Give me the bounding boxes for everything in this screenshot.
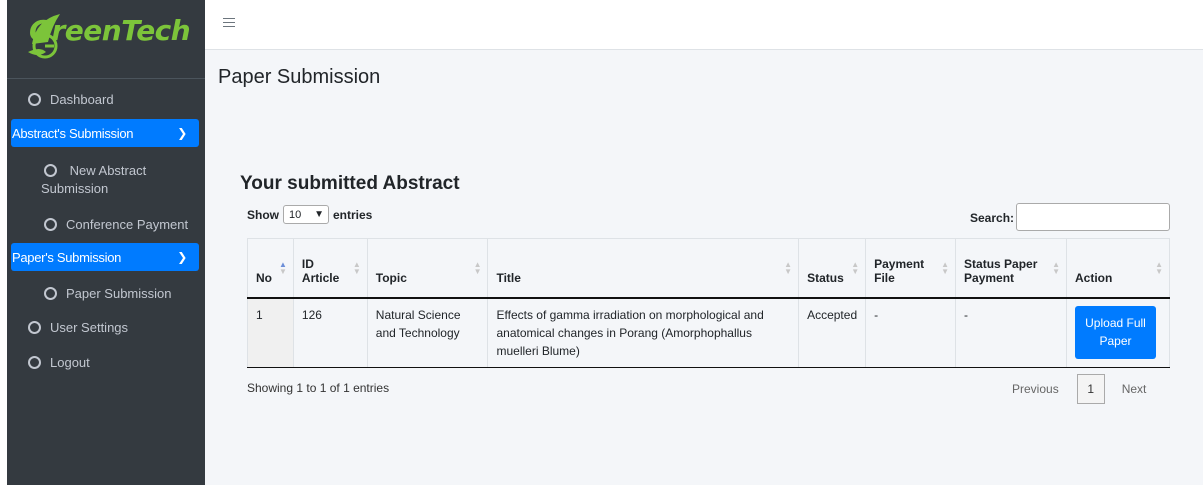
sidebar-item-new-abstract-submission[interactable]: New Abstract Submission [7,158,205,202]
sidebar-item-label: Paper's Submission [12,249,122,265]
brand-name: GreenTech [29,14,191,47]
sidebar-item-label: Dashboard [50,91,114,107]
search-label: Search: [970,211,1015,225]
circle-icon [28,355,41,369]
cell-status: Accepted [798,297,866,368]
sidebar-divider [7,78,205,79]
sidebar-item-paper-submission[interactable]: Paper Submission [7,278,205,308]
entries-length-select[interactable]: 10 ▼ [283,205,329,224]
cell-id-article: 126 [292,297,368,368]
page-title: Paper Submission [218,66,381,88]
next-page-button[interactable]: Next [1122,375,1147,403]
page-1-button[interactable]: 1 [1076,374,1105,404]
cell-topic: Natural Science and Technology [366,297,488,368]
circle-icon [28,320,41,334]
sidebar-item-abstracts-submission[interactable]: Abstract's Submission ❯ [11,119,199,147]
window-edge [0,0,7,485]
sidebar: GreenTech Dashboard Abstract's Submissio… [0,0,205,485]
column-header-status[interactable]: Status ▲ ▼ [798,238,866,299]
length-suffix: entries [333,207,373,222]
section-title: Your submitted Abstract [240,173,460,194]
sidebar-item-papers-submission[interactable]: Paper's Submission ❯ [11,243,199,271]
search-input[interactable] [1016,203,1170,231]
column-header-payment-file[interactable]: Payment File ▲ ▼ [865,238,956,299]
circle-icon [44,286,57,300]
column-header-topic[interactable]: Topic ▲ ▼ [366,238,488,299]
column-header-no[interactable]: No ▲ ▼ [247,238,294,299]
column-header-action[interactable]: Action ▲ ▼ [1066,238,1170,299]
column-header-status-paper-payment[interactable]: Status Paper Payment ▲ ▼ [955,238,1067,299]
entries-length-control: Show 10 ▼ entries [247,205,372,224]
sort-icon: ▲ ▼ [473,260,482,276]
column-header-title[interactable]: Title ▲ ▼ [487,238,799,299]
sidebar-item-logout[interactable]: Logout [7,347,205,377]
column-header-id-article[interactable]: ID Article ▲ ▼ [292,238,368,299]
sort-icon: ▲ ▼ [278,260,287,276]
pagination: Previous 1 Next [1008,374,1146,404]
sort-icon: ▲ ▼ [1155,260,1163,276]
top-navbar [205,0,1203,50]
sidebar-item-conference-payment[interactable]: Conference Payment [7,209,205,239]
cell-no: 1 [247,297,294,368]
cell-action: Upload Full Paper [1066,297,1170,368]
circle-icon [28,92,41,106]
sort-icon: ▲ ▼ [1052,260,1060,276]
sidebar-item-label: Logout [50,354,90,370]
submitted-abstract-table: No ▲ ▼ ID Article ▲ ▼ Topic ▲ ▼ Title ▲ ▼ St… [247,238,1170,368]
previous-page-button[interactable]: Previous [1008,375,1063,403]
table-info: Showing 1 to 1 of 1 entries [247,381,390,395]
circle-icon [44,164,57,177]
chevron-down-icon: ❯ [177,126,187,140]
table-header-row: No ▲ ▼ ID Article ▲ ▼ Topic ▲ ▼ Title ▲ ▼ St… [247,238,1170,299]
sort-icon: ▲ ▼ [352,260,361,276]
sidebar-item-user-settings[interactable]: User Settings [7,312,205,342]
table-row: 1 126 Natural Science and Technology Eff… [247,297,1170,368]
length-value: 10 [289,208,302,221]
sort-icon: ▲ ▼ [941,260,950,276]
sort-icon: ▲ ▼ [851,260,860,276]
cell-title: Effects of gamma irradiation on morpholo… [487,297,799,368]
cell-payment-file: - [865,297,956,368]
chevron-down-icon: ❯ [177,250,187,264]
upload-full-paper-button[interactable]: Upload Full Paper [1075,305,1156,359]
sidebar-item-label: Abstract's Submission [12,125,134,141]
cell-status-paper-payment: - [955,297,1067,368]
sidebar-item-dashboard[interactable]: Dashboard [7,84,205,114]
circle-icon [44,217,57,231]
sidebar-item-label: Paper Submission [66,285,172,301]
sort-icon: ▲ ▼ [784,260,793,276]
length-prefix: Show [247,207,279,222]
sidebar-item-label: User Settings [50,319,129,335]
hamburger-icon[interactable] [223,18,235,28]
sidebar-item-label: Conference Payment [66,216,189,232]
chevron-down-icon: ▼ [314,209,324,220]
